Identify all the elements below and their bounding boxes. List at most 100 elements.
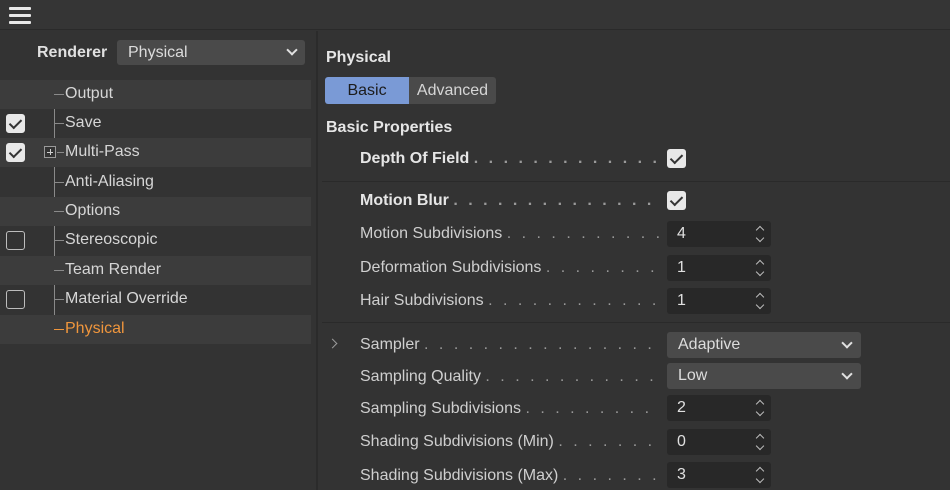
- prop-label-text: Shading Subdivisions (Max): [360, 467, 559, 484]
- renderer-dropdown[interactable]: Physical: [117, 40, 305, 65]
- section-divider: [322, 322, 950, 323]
- dot-leader: . . . . . . . . . . . . . . . . . . . .: [506, 225, 660, 242]
- deformation-subdivisions-input[interactable]: 1: [667, 255, 771, 281]
- tree-item-stereoscopic[interactable]: Stereoscopic: [0, 226, 311, 255]
- prop-label-text: Sampling Subdivisions: [360, 400, 521, 417]
- dot-leader: . . . . . . . . . . . . .: [558, 433, 660, 450]
- tree-item-options[interactable]: Options: [0, 197, 311, 226]
- tab-advanced[interactable]: Advanced: [409, 77, 496, 104]
- shading-subdivisions-min-label: Shading Subdivisions (Min) . . . . . . .…: [360, 433, 660, 451]
- tree-item-label: Options: [65, 202, 121, 219]
- dot-leader: . . . . . . . . . . . . . . . . . . . . …: [488, 292, 660, 309]
- tree-item-label: Team Render: [65, 261, 162, 278]
- input-value: 1: [677, 259, 686, 276]
- panel-title: Physical: [326, 49, 391, 66]
- shading-subdivisions-max-label: Shading Subdivisions (Max) . . . . . . .…: [360, 467, 660, 485]
- stepper-arrows-icon[interactable]: [756, 433, 766, 451]
- renderer-label: Renderer: [37, 44, 108, 61]
- sampling-quality-dropdown[interactable]: Low: [667, 363, 861, 389]
- material-override-enabled-checkbox[interactable]: [6, 290, 25, 309]
- input-value: 1: [677, 292, 686, 309]
- prop-label-text: Deformation Subdivisions: [360, 259, 542, 276]
- tree-item-label: Save: [65, 114, 102, 131]
- tree-item-physical[interactable]: Physical: [0, 315, 311, 344]
- tree-branch-line-active: [54, 329, 64, 330]
- tree-item-label: Stereoscopic: [65, 231, 158, 248]
- prop-label-text: Sampler: [360, 336, 420, 353]
- shading-subdivisions-max-input[interactable]: 3: [667, 462, 771, 488]
- motion-subdivisions-input[interactable]: 4: [667, 221, 771, 247]
- section-heading: Basic Properties: [326, 119, 453, 136]
- motion-blur-checkbox[interactable]: [667, 191, 686, 210]
- hamburger-menu-icon[interactable]: [9, 5, 33, 25]
- tab-basic[interactable]: Basic: [325, 77, 409, 104]
- tree-item-material-override[interactable]: Material Override: [0, 285, 311, 314]
- dropdown-value: Adaptive: [678, 336, 741, 353]
- top-bar: [0, 0, 950, 30]
- save-enabled-checkbox[interactable]: [6, 114, 25, 133]
- tree-item-output[interactable]: Output: [0, 80, 311, 109]
- dot-leader: . . . . . . . . . . . . .: [562, 467, 660, 484]
- tree-item-multi-pass[interactable]: Multi-Pass: [0, 138, 311, 167]
- tree-branch-line: [54, 94, 64, 95]
- stereoscopic-enabled-checkbox[interactable]: [6, 231, 25, 250]
- panel-divider[interactable]: [316, 31, 318, 490]
- input-value: 2: [677, 399, 686, 416]
- input-value: 3: [677, 466, 686, 483]
- tree-item-team-render[interactable]: Team Render: [0, 256, 311, 285]
- chevron-down-icon: [841, 337, 853, 349]
- stepper-arrows-icon[interactable]: [756, 399, 766, 417]
- prop-label-text: Motion Blur: [360, 192, 449, 209]
- tree-item-anti-aliasing[interactable]: Anti-Aliasing: [0, 168, 311, 197]
- sampling-quality-label: Sampling Quality . . . . . . . . . . . .…: [360, 368, 660, 386]
- tree-item-save[interactable]: Save: [0, 109, 311, 138]
- tree-item-label: Physical: [65, 320, 125, 337]
- chevron-right-icon[interactable]: [327, 338, 338, 349]
- sampling-subdivisions-input[interactable]: 2: [667, 395, 771, 421]
- dot-leader: . . . . . . . . . . . . . . . . . . . . …: [424, 336, 660, 353]
- tree-branch-line: [54, 211, 64, 212]
- dot-leader: . . . . . . . . . . . . . . . . . . . . …: [453, 192, 660, 209]
- dot-leader: . . . . . . . . . . . . . . . . . . . . …: [473, 150, 660, 167]
- motion-subdivisions-label: Motion Subdivisions . . . . . . . . . . …: [360, 225, 660, 243]
- prop-label-text: Shading Subdivisions (Min): [360, 433, 554, 450]
- depth-of-field-checkbox[interactable]: [667, 149, 686, 168]
- prop-label-text: Depth Of Field: [360, 150, 470, 167]
- deformation-subdivisions-label: Deformation Subdivisions . . . . . . . .…: [360, 259, 660, 277]
- chevron-down-icon: [841, 368, 853, 380]
- tree-branch-line: [54, 299, 64, 300]
- chevron-down-icon: [286, 44, 298, 56]
- input-value: 0: [677, 433, 686, 450]
- tree-item-label: Anti-Aliasing: [65, 173, 154, 190]
- hair-subdivisions-label: Hair Subdivisions . . . . . . . . . . . …: [360, 292, 660, 310]
- section-divider: [322, 181, 950, 182]
- stepper-arrows-icon[interactable]: [756, 292, 766, 310]
- expand-plus-icon[interactable]: [44, 146, 56, 158]
- sampler-label: Sampler . . . . . . . . . . . . . . . . …: [360, 336, 660, 354]
- stepper-arrows-icon[interactable]: [756, 259, 766, 277]
- sampling-subdivisions-label: Sampling Subdivisions . . . . . . . . . …: [360, 400, 660, 418]
- tree-item-label: Material Override: [65, 290, 188, 307]
- prop-label-text: Hair Subdivisions: [360, 292, 484, 309]
- tree-item-label: Output: [65, 85, 114, 102]
- stepper-arrows-icon[interactable]: [756, 466, 766, 484]
- stepper-arrows-icon[interactable]: [756, 225, 766, 243]
- depth-of-field-label: Depth Of Field . . . . . . . . . . . . .…: [360, 150, 660, 168]
- tree-branch-line: [54, 182, 64, 183]
- tree-branch-line: [54, 123, 64, 124]
- multi-pass-enabled-checkbox[interactable]: [6, 143, 25, 162]
- prop-label-text: Motion Subdivisions: [360, 225, 503, 242]
- sampler-dropdown[interactable]: Adaptive: [667, 332, 861, 358]
- dot-leader: . . . . . . . . . . . . . . . .: [545, 259, 660, 276]
- dot-leader: . . . . . . . . . . . . . . . . .: [525, 400, 660, 417]
- prop-label-text: Sampling Quality: [360, 368, 481, 385]
- shading-subdivisions-min-input[interactable]: 0: [667, 429, 771, 455]
- dropdown-value: Low: [678, 367, 708, 384]
- input-value: 4: [677, 225, 686, 242]
- hair-subdivisions-input[interactable]: 1: [667, 288, 771, 314]
- renderer-dropdown-value: Physical: [128, 44, 188, 61]
- motion-blur-label: Motion Blur . . . . . . . . . . . . . . …: [360, 192, 660, 210]
- tree-branch-line: [54, 240, 64, 241]
- dot-leader: . . . . . . . . . . . . . . . . . . . . …: [485, 368, 660, 385]
- tree-branch-line: [57, 152, 64, 153]
